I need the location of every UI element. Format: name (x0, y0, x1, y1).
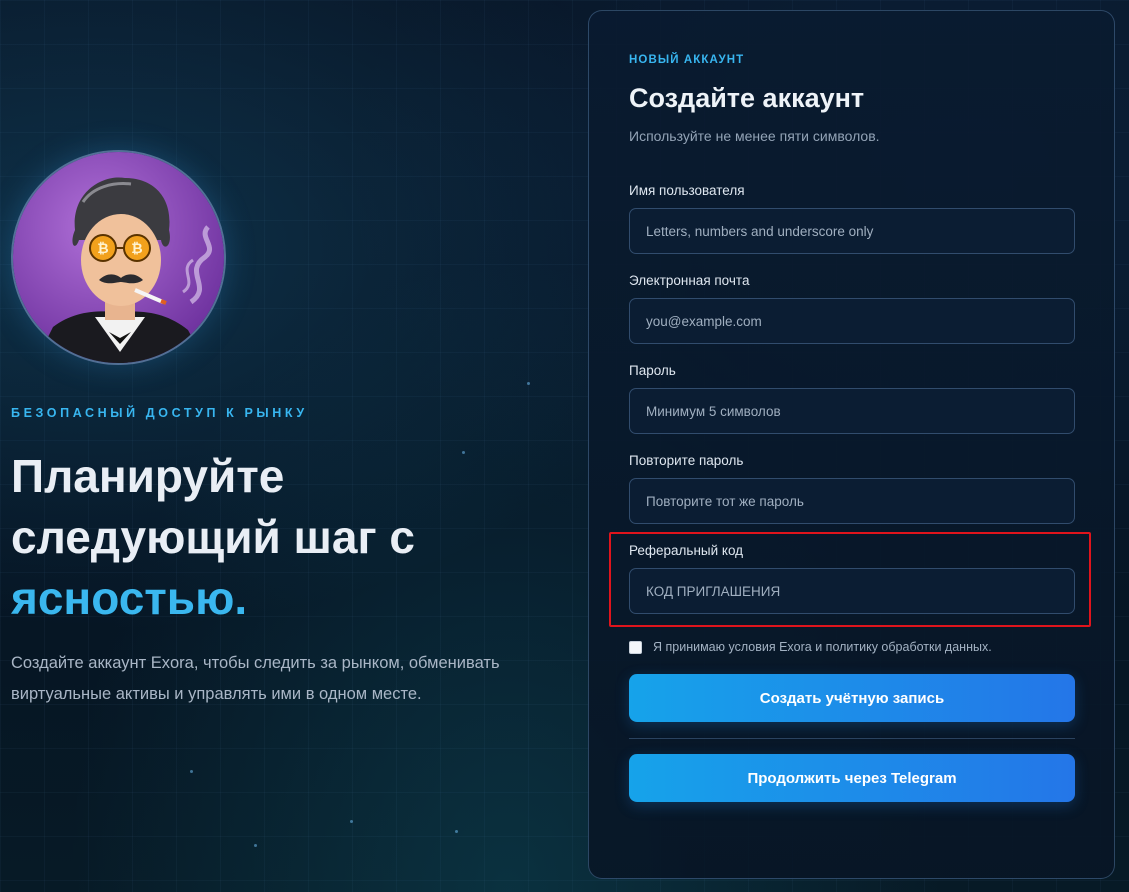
terms-label: Я принимаю условия Exora и политику обра… (653, 640, 992, 654)
svg-text:₿: ₿ (97, 241, 108, 257)
hero-eyebrow: БЕЗОПАСНЫЙ ДОСТУП К РЫНКУ (11, 406, 308, 420)
password-repeat-label: Повторите пароль (629, 453, 744, 468)
background-dot (455, 830, 458, 833)
username-input[interactable] (629, 208, 1075, 254)
signup-card: НОВЫЙ АККАУНТ Создайте аккаунт Используй… (588, 10, 1115, 879)
background-dot (350, 820, 353, 823)
background-dot (254, 844, 257, 847)
background-dot (527, 382, 530, 385)
password-repeat-input[interactable] (629, 478, 1075, 524)
hero-title-accent: ясностью. (11, 572, 248, 624)
card-subtitle: Используйте не менее пяти символов. (629, 128, 880, 144)
terms-row: Я принимаю условия Exora и политику обра… (629, 640, 992, 654)
password-label: Пароль (629, 363, 676, 378)
svg-text:₿: ₿ (131, 241, 142, 257)
referral-label: Реферальный код (629, 543, 744, 558)
telegram-login-button[interactable]: Продолжить через Telegram (629, 754, 1075, 802)
background-dot (190, 770, 193, 773)
divider (629, 738, 1075, 739)
password-input[interactable] (629, 388, 1075, 434)
hero-title-line1: Планируйте (11, 450, 285, 502)
hero-description: Создайте аккаунт Exora, чтобы следить за… (11, 654, 500, 703)
hero-title: Планируйте следующий шаг с ясностью. (11, 446, 571, 629)
referral-code-input[interactable] (629, 568, 1075, 614)
create-account-button[interactable]: Создать учётную запись (629, 674, 1075, 722)
terms-checkbox[interactable] (629, 640, 642, 654)
bitcoin-glasses-portrait-icon: ₿ ₿ (13, 152, 224, 363)
email-input[interactable] (629, 298, 1075, 344)
card-eyebrow: НОВЫЙ АККАУНТ (629, 54, 745, 66)
avatar: ₿ ₿ (11, 150, 226, 365)
hero-title-line2: следующий шаг с (11, 511, 416, 563)
email-label: Электронная почта (629, 273, 750, 288)
username-label: Имя пользователя (629, 183, 745, 198)
card-title: Создайте аккаунт (629, 83, 865, 113)
